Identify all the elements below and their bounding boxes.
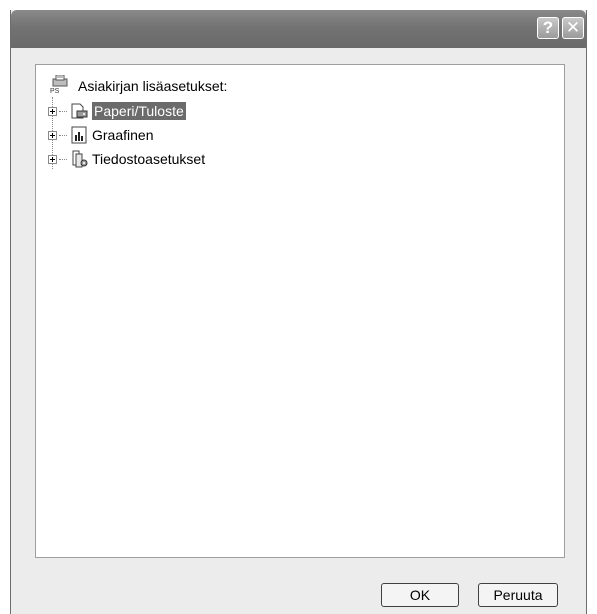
tree-item-graphics[interactable]: Graafinen [48, 125, 153, 145]
help-icon: ? [542, 18, 554, 37]
ok-button[interactable]: OK [381, 583, 459, 607]
tree-item-label: Paperi/Tuloste [92, 102, 186, 120]
tree-branch-line [59, 134, 67, 136]
tree-branch-line [59, 158, 67, 160]
tree-item-file-options[interactable]: Tiedostoasetukset [48, 149, 205, 169]
expand-plus-icon[interactable] [48, 154, 57, 164]
title-bar[interactable]: ? ✕ [11, 10, 586, 48]
close-button[interactable]: ✕ [562, 17, 584, 39]
tree-item-paper-output[interactable]: Paperi/Tuloste [48, 101, 186, 121]
help-button[interactable]: ? [537, 17, 559, 39]
cancel-button[interactable]: Peruuta [478, 583, 558, 607]
tree-branch-line [59, 110, 67, 112]
expand-plus-icon[interactable] [48, 106, 57, 116]
close-icon: ✕ [565, 18, 581, 37]
graphics-chart-icon [69, 125, 89, 145]
advanced-options-tree[interactable]: PS Asiakirjan lisäasetukset: Paperi/Tulo… [35, 64, 565, 558]
document-options-icon [69, 149, 89, 169]
tree-root-label: Asiakirjan lisäasetukset: [78, 78, 228, 94]
expand-plus-icon[interactable] [48, 130, 57, 140]
tree-item-label: Tiedostoasetukset [92, 151, 206, 167]
paper-printer-icon [69, 101, 89, 121]
dialog-window: ? ✕ PS Asiakirjan lisäasetukset: Paperi/… [10, 10, 587, 614]
printer-ps-icon: PS [50, 74, 72, 97]
tree-root[interactable]: PS Asiakirjan lisäasetukset: [50, 74, 228, 97]
tree-item-label: Graafinen [92, 127, 154, 143]
